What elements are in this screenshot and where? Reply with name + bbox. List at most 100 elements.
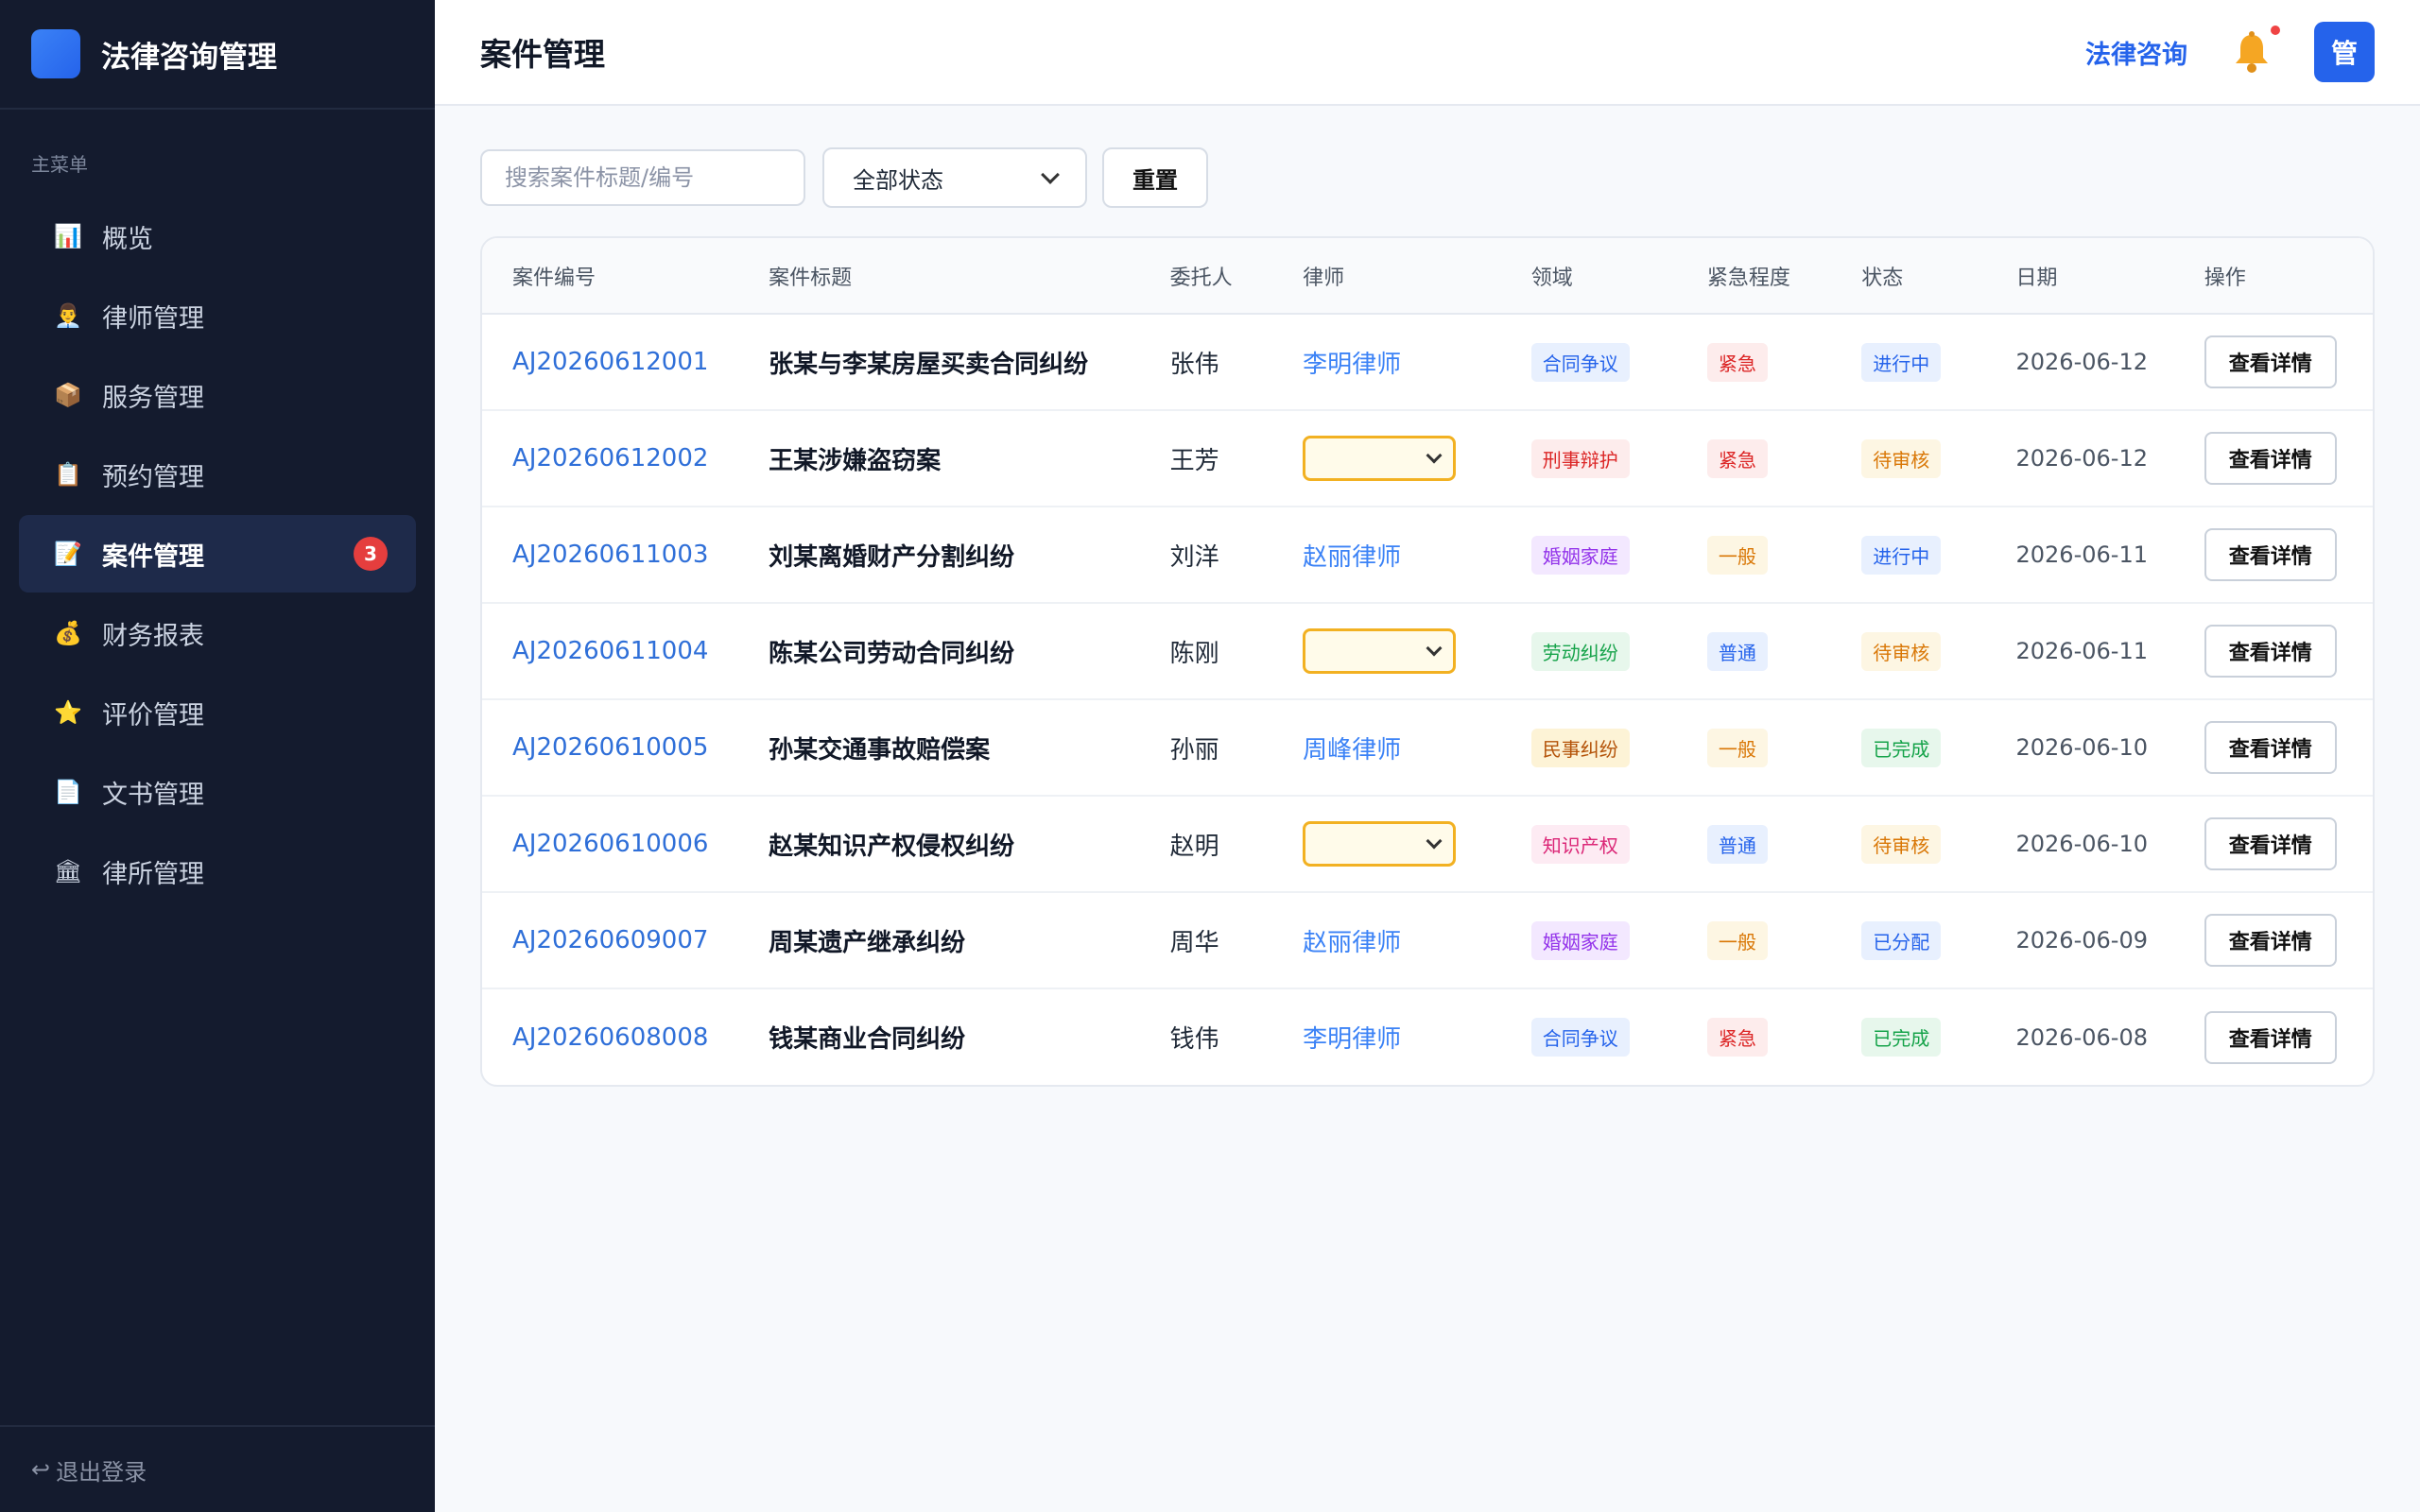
memo-icon: 📝 bbox=[54, 541, 82, 567]
urgency-tag: 紧急 bbox=[1706, 1018, 1768, 1057]
column-header: 委托人 bbox=[1139, 238, 1273, 315]
urgency-tag: 紧急 bbox=[1706, 342, 1768, 382]
table-cell: 普通 bbox=[1676, 603, 1832, 700]
sidebar-item-6[interactable]: ⭐ 评价管理 bbox=[19, 674, 416, 751]
table-cell: 普通 bbox=[1676, 796, 1832, 893]
case-id-link[interactable]: AJ20260611004 bbox=[512, 637, 708, 665]
field-tag: 民事纠纷 bbox=[1530, 728, 1630, 767]
case-title: 钱某商业合同纠纷 bbox=[769, 1025, 966, 1054]
lawyer-link[interactable]: 李明律师 bbox=[1303, 351, 1401, 379]
sidebar-item-8[interactable]: 🏛 律所管理 bbox=[19, 833, 416, 910]
sidebar-item-4[interactable]: 📝 案件管理 3 bbox=[19, 515, 416, 593]
sidebar-item-5[interactable]: 💰 财务报表 bbox=[19, 594, 416, 672]
table-cell: 王某涉嫌盗窃案 bbox=[738, 410, 1140, 507]
table-cell: 已完成 bbox=[1831, 699, 1986, 797]
lawyer-link[interactable]: 周峰律师 bbox=[1303, 736, 1401, 765]
avatar[interactable]: 管 bbox=[2314, 22, 2375, 82]
case-id-link[interactable]: AJ20260609007 bbox=[512, 926, 708, 954]
client-name: 孙丽 bbox=[1169, 735, 1219, 765]
table-header-row: 案件编号 案件标题 委托人 律师 领域 紧急程度 状态 日期 操作 bbox=[482, 238, 2373, 315]
status-select[interactable]: 全部状态 bbox=[822, 147, 1087, 208]
case-title: 王某涉嫌盗窃案 bbox=[769, 446, 942, 475]
table-cell: 2026-06-08 bbox=[1986, 988, 2174, 1085]
urgency-tag: 紧急 bbox=[1706, 438, 1768, 478]
table-cell: 2026-06-10 bbox=[1985, 699, 2174, 797]
column-header: 案件标题 bbox=[738, 238, 1140, 315]
view-details-button[interactable]: 查看详情 bbox=[2204, 432, 2337, 485]
urgency-tag: 普通 bbox=[1706, 631, 1768, 671]
table-cell: 进行中 bbox=[1831, 507, 1986, 604]
table-cell: 张伟 bbox=[1139, 314, 1273, 411]
table-cell: 2026-06-09 bbox=[1985, 892, 2174, 989]
table-cell: 一般 bbox=[1676, 699, 1832, 797]
search-input[interactable] bbox=[480, 149, 805, 206]
view-details-button[interactable]: 查看详情 bbox=[2204, 817, 2337, 870]
case-id-link[interactable]: AJ20260610005 bbox=[512, 733, 708, 762]
status-select-value: 全部状态 bbox=[853, 166, 943, 194]
logout-button[interactable]: ↩ 退出登录 bbox=[0, 1425, 435, 1512]
assign-lawyer-select[interactable] bbox=[1303, 821, 1457, 867]
status-badge: 待审核 bbox=[1861, 631, 1942, 671]
sidebar-item-7[interactable]: 📄 文书管理 bbox=[19, 753, 416, 831]
column-header: 操作 bbox=[2173, 238, 2373, 315]
table-cell: 陈某公司劳动合同纠纷 bbox=[738, 603, 1140, 700]
sidebar-item-1[interactable]: 👨‍💼 律师管理 bbox=[19, 277, 416, 354]
case-id-link[interactable]: AJ20260612002 bbox=[512, 444, 708, 472]
view-details-button[interactable]: 查看详情 bbox=[2204, 335, 2337, 388]
table-cell: 查看详情 bbox=[2173, 699, 2373, 797]
table-cell: 钱某商业合同纠纷 bbox=[738, 988, 1140, 1085]
case-title: 赵某知识产权侵权纠纷 bbox=[769, 832, 1015, 861]
notification-button[interactable] bbox=[2229, 26, 2280, 75]
clipboard-icon: 📋 bbox=[54, 461, 82, 488]
chevron-down-icon bbox=[1426, 447, 1443, 464]
sidebar-item-3[interactable]: 📋 预约管理 bbox=[19, 436, 416, 513]
table-cell bbox=[1272, 410, 1501, 507]
lawyer-link[interactable]: 赵丽律师 bbox=[1303, 543, 1401, 572]
assign-lawyer-select[interactable] bbox=[1303, 436, 1457, 481]
chevron-down-icon bbox=[1041, 165, 1060, 184]
sidebar-item-label: 概览 bbox=[102, 224, 153, 254]
case-id-link[interactable]: AJ20260610006 bbox=[512, 830, 708, 858]
table-cell: 查看详情 bbox=[2173, 796, 2373, 893]
table-cell: 查看详情 bbox=[2173, 603, 2373, 700]
legal-consult-link[interactable]: 法律咨询 bbox=[2085, 34, 2187, 71]
brand-logo-icon bbox=[31, 29, 80, 78]
table-cell: AJ20260610006 bbox=[482, 796, 739, 893]
case-title: 刘某离婚财产分割纠纷 bbox=[769, 542, 1015, 572]
table-cell: 查看详情 bbox=[2173, 410, 2373, 507]
status-badge: 待审核 bbox=[1861, 438, 1942, 478]
view-details-button[interactable]: 查看详情 bbox=[2204, 721, 2337, 774]
column-header: 领域 bbox=[1500, 238, 1677, 315]
page-title: 案件管理 bbox=[480, 36, 605, 73]
table-cell: 民事纠纷 bbox=[1500, 699, 1677, 797]
assign-lawyer-select[interactable] bbox=[1303, 628, 1457, 674]
table-cell: AJ20260608008 bbox=[482, 988, 738, 1085]
view-details-button[interactable]: 查看详情 bbox=[2204, 625, 2337, 678]
table-cell: 紧急 bbox=[1677, 988, 1831, 1085]
case-id-link[interactable]: AJ20260612001 bbox=[512, 348, 708, 376]
view-details-button[interactable]: 查看详情 bbox=[2204, 528, 2337, 581]
main-area: 案件管理 法律咨询 管 全部状态 重置 bbox=[435, 0, 2420, 1512]
content: 全部状态 重置 案件编号案件标题委托人律师领域紧急程度状态日期操作 AJ2026… bbox=[435, 106, 2420, 1128]
reset-button[interactable]: 重置 bbox=[1102, 147, 1208, 208]
case-id-link[interactable]: AJ20260611003 bbox=[512, 541, 708, 569]
chart-icon: 📊 bbox=[54, 223, 82, 249]
lawyer-link[interactable]: 李明律师 bbox=[1303, 1025, 1401, 1054]
sidebar-item-2[interactable]: 📦 服务管理 bbox=[19, 356, 416, 434]
chevron-down-icon bbox=[1426, 640, 1443, 657]
lawyer-link[interactable]: 赵丽律师 bbox=[1303, 929, 1401, 957]
table-row: AJ20260609007 周某遗产继承纠纷 周华 赵丽律师 婚姻家庭 一般 已分配 2026… bbox=[482, 892, 2373, 989]
view-details-button[interactable]: 查看详情 bbox=[2204, 914, 2337, 967]
sidebar-item-0[interactable]: 📊 概览 bbox=[19, 198, 416, 275]
table-cell: 2026-06-11 bbox=[1985, 603, 2174, 700]
view-details-button[interactable]: 查看详情 bbox=[2204, 1010, 2337, 1064]
sidebar-item-label: 评价管理 bbox=[102, 700, 204, 730]
table-cell: 紧急 bbox=[1676, 410, 1832, 507]
topbar: 案件管理 法律咨询 管 bbox=[435, 0, 2420, 106]
table-cell: 孙某交通事故赔偿案 bbox=[738, 699, 1140, 797]
case-id-link[interactable]: AJ20260608008 bbox=[512, 1023, 708, 1052]
table-row: AJ20260610005 孙某交通事故赔偿案 孙丽 周峰律师 民事纠纷 一般 已完成 202… bbox=[482, 699, 2373, 797]
table-cell: 合同争议 bbox=[1500, 314, 1677, 411]
client-name: 钱伟 bbox=[1169, 1025, 1219, 1054]
table-cell: 已完成 bbox=[1831, 988, 1985, 1085]
